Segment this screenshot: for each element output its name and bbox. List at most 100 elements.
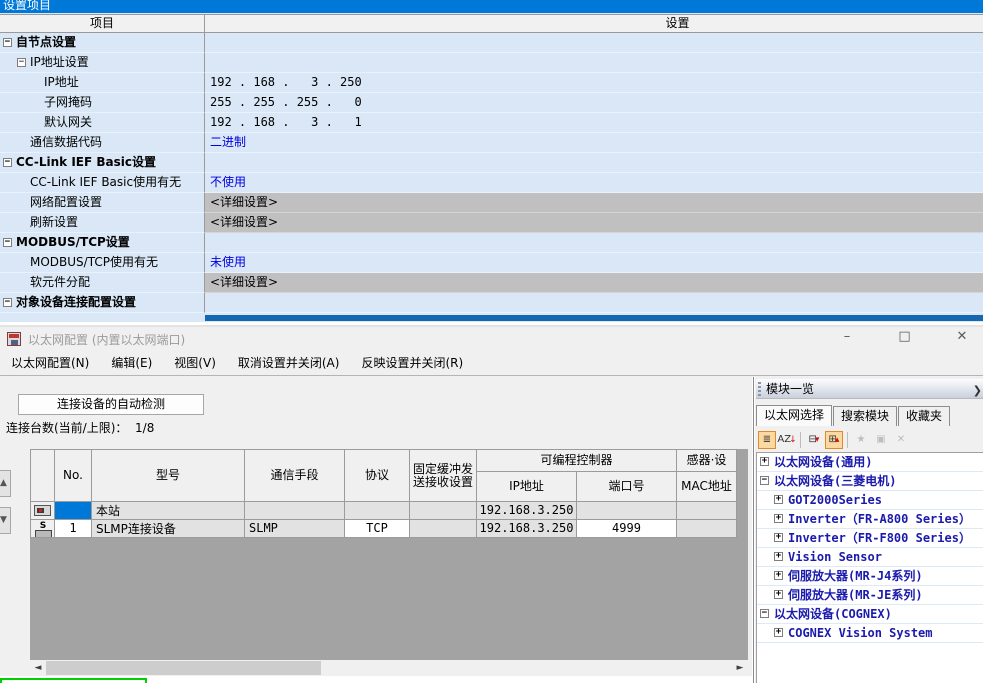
- collapse-node-icon[interactable]: −: [3, 38, 12, 47]
- cell-port[interactable]: 4999: [577, 520, 677, 538]
- setting-value[interactable]: 不使用: [205, 173, 983, 193]
- plc-station-icon: [34, 505, 51, 516]
- sort-az-icon[interactable]: AZ↓: [778, 431, 796, 449]
- setting-item-label: −IP地址设置: [0, 53, 205, 73]
- setting-item-text: 默认网关: [0, 113, 204, 132]
- device-row-icon-cell[interactable]: [30, 502, 55, 520]
- menu-item[interactable]: 取消设置并关闭(A): [227, 353, 351, 373]
- settings-row: −自节点设置: [0, 33, 983, 53]
- expand-node-icon[interactable]: +: [774, 552, 783, 561]
- cell-model[interactable]: SLMP连接设备: [92, 520, 245, 538]
- expand-node-icon[interactable]: +: [774, 533, 783, 542]
- module-tree-item-label: 以太网设备(三菱电机): [757, 472, 983, 490]
- menu-item[interactable]: 编辑(E): [100, 353, 163, 373]
- settings-panel-title: 设置项目: [0, 0, 983, 13]
- module-tree-item[interactable]: +GOT2000Series: [757, 491, 983, 510]
- module-list-view-icon[interactable]: ≣: [758, 431, 776, 449]
- expand-node-icon[interactable]: +: [774, 514, 783, 523]
- connection-count-value: 1/8: [135, 421, 154, 435]
- maximize-icon[interactable]: □: [890, 329, 920, 344]
- expand-node-icon[interactable]: +: [774, 571, 783, 580]
- setting-value[interactable]: 未使用: [205, 253, 983, 273]
- collapse-node-icon[interactable]: −: [3, 238, 12, 247]
- menu-item[interactable]: 视图(V): [163, 353, 227, 373]
- expand-node-icon[interactable]: +: [774, 628, 783, 637]
- toolbar-separator: [800, 432, 801, 448]
- close-icon[interactable]: ✕: [947, 329, 977, 344]
- module-tree-item[interactable]: −以太网设备(三菱电机): [757, 472, 983, 491]
- collapse-node-icon[interactable]: −: [3, 298, 12, 307]
- tab-收藏夹[interactable]: 收藏夹: [898, 406, 950, 426]
- setting-value[interactable]: 192 . 168 . 3 . 1: [205, 113, 983, 133]
- panel-splitter[interactable]: [752, 377, 755, 683]
- cell-model[interactable]: 本站: [92, 502, 245, 520]
- module-tree-item[interactable]: +COGNEX Vision System: [757, 624, 983, 643]
- settings-row: 网络配置设置<详细设置>: [0, 193, 983, 213]
- module-tree-item[interactable]: +Inverter（FR-A800 Series）: [757, 510, 983, 529]
- setting-value[interactable]: <详细设置>: [205, 193, 983, 213]
- window-titlebar[interactable]: 以太网配置 (内置以太网端口) – □ ✕: [0, 327, 983, 352]
- menu-item[interactable]: 反映设置并关闭(R): [350, 353, 474, 373]
- setting-value: [205, 153, 983, 173]
- setting-value[interactable]: 255 . 255 . 255 . 0: [205, 93, 983, 113]
- module-tree-item[interactable]: +伺服放大器(MR-J4系列): [757, 567, 983, 586]
- column-header-1: No.: [55, 449, 92, 502]
- cell-buffer[interactable]: [410, 520, 477, 538]
- column-header-item: 项目: [0, 15, 205, 32]
- cell-no[interactable]: [55, 502, 92, 520]
- module-tree-item[interactable]: +伺服放大器(MR-JE系列): [757, 586, 983, 605]
- setting-item-label: MODBUS/TCP使用有无: [0, 253, 205, 273]
- move-row-down-button[interactable]: ▼: [0, 507, 11, 534]
- scrollbar-track[interactable]: [46, 660, 732, 676]
- scroll-right-icon[interactable]: ►: [732, 660, 748, 676]
- collapse-tree-icon[interactable]: ⊟▾: [805, 431, 823, 449]
- setting-value[interactable]: 二进制: [205, 133, 983, 153]
- collapse-node-icon[interactable]: −: [17, 58, 26, 67]
- cell-protocol[interactable]: [345, 502, 410, 520]
- collapse-node-icon[interactable]: −: [3, 158, 12, 167]
- collapse-node-icon[interactable]: −: [760, 476, 769, 485]
- horizontal-scrollbar[interactable]: ◄ ►: [30, 660, 748, 676]
- collapse-node-icon[interactable]: −: [760, 609, 769, 618]
- module-tree-item[interactable]: +Vision Sensor: [757, 548, 983, 567]
- cell-buffer[interactable]: [410, 502, 477, 520]
- setting-item-label: CC-Link IEF Basic使用有无: [0, 173, 205, 193]
- device-row-icon-cell[interactable]: S: [30, 520, 55, 538]
- move-row-up-button[interactable]: ▲: [0, 470, 11, 497]
- module-tree-item[interactable]: +Inverter（FR-F800 Series）: [757, 529, 983, 548]
- setting-value[interactable]: 192 . 168 . 3 . 250: [205, 73, 983, 93]
- module-list-view-icon-glyph: ≣: [763, 434, 771, 445]
- cell-no[interactable]: 1: [55, 520, 92, 538]
- setting-value: [205, 53, 983, 73]
- selected-setting-bar[interactable]: [205, 315, 983, 321]
- chevron-right-icon[interactable]: ❯: [973, 381, 982, 400]
- tab-以太网选择[interactable]: 以太网选择: [756, 405, 832, 426]
- settings-row: IP地址192 . 168 . 3 . 250: [0, 73, 983, 93]
- cell-method[interactable]: [245, 502, 345, 520]
- expand-tree-icon[interactable]: ⊞▴: [825, 431, 843, 449]
- tab-搜索模块[interactable]: 搜索模块: [833, 406, 897, 426]
- module-tree-item[interactable]: −以太网设备(COGNEX): [757, 605, 983, 624]
- scrollbar-thumb[interactable]: [46, 661, 321, 675]
- menu-item[interactable]: 以太网配置(N): [0, 353, 100, 373]
- setting-item-label: 刷新设置: [0, 213, 205, 233]
- setting-value[interactable]: <详细设置>: [205, 213, 983, 233]
- expand-node-icon[interactable]: +: [760, 457, 769, 466]
- cell-port[interactable]: [577, 502, 677, 520]
- cell-mac[interactable]: [677, 502, 737, 520]
- module-tree-item[interactable]: +以太网设备(通用): [757, 453, 983, 472]
- setting-item-text: 自节点设置: [0, 33, 204, 52]
- cell-ip[interactable]: 192.168.3.250: [477, 502, 577, 520]
- drag-handle-icon[interactable]: [758, 382, 761, 396]
- setting-value[interactable]: <详细设置>: [205, 273, 983, 293]
- cell-protocol[interactable]: TCP: [345, 520, 410, 538]
- cell-method[interactable]: SLMP: [245, 520, 345, 538]
- minimize-icon[interactable]: –: [832, 329, 862, 344]
- cell-ip[interactable]: 192.168.3.250: [477, 520, 577, 538]
- expand-node-icon[interactable]: +: [774, 495, 783, 504]
- expand-node-icon[interactable]: +: [774, 590, 783, 599]
- auto-detect-button[interactable]: 连接设备的自动检测: [18, 394, 204, 415]
- scroll-left-icon[interactable]: ◄: [30, 660, 46, 676]
- module-list-header[interactable]: 模块一览 ❯: [756, 379, 983, 399]
- cell-mac[interactable]: [677, 520, 737, 538]
